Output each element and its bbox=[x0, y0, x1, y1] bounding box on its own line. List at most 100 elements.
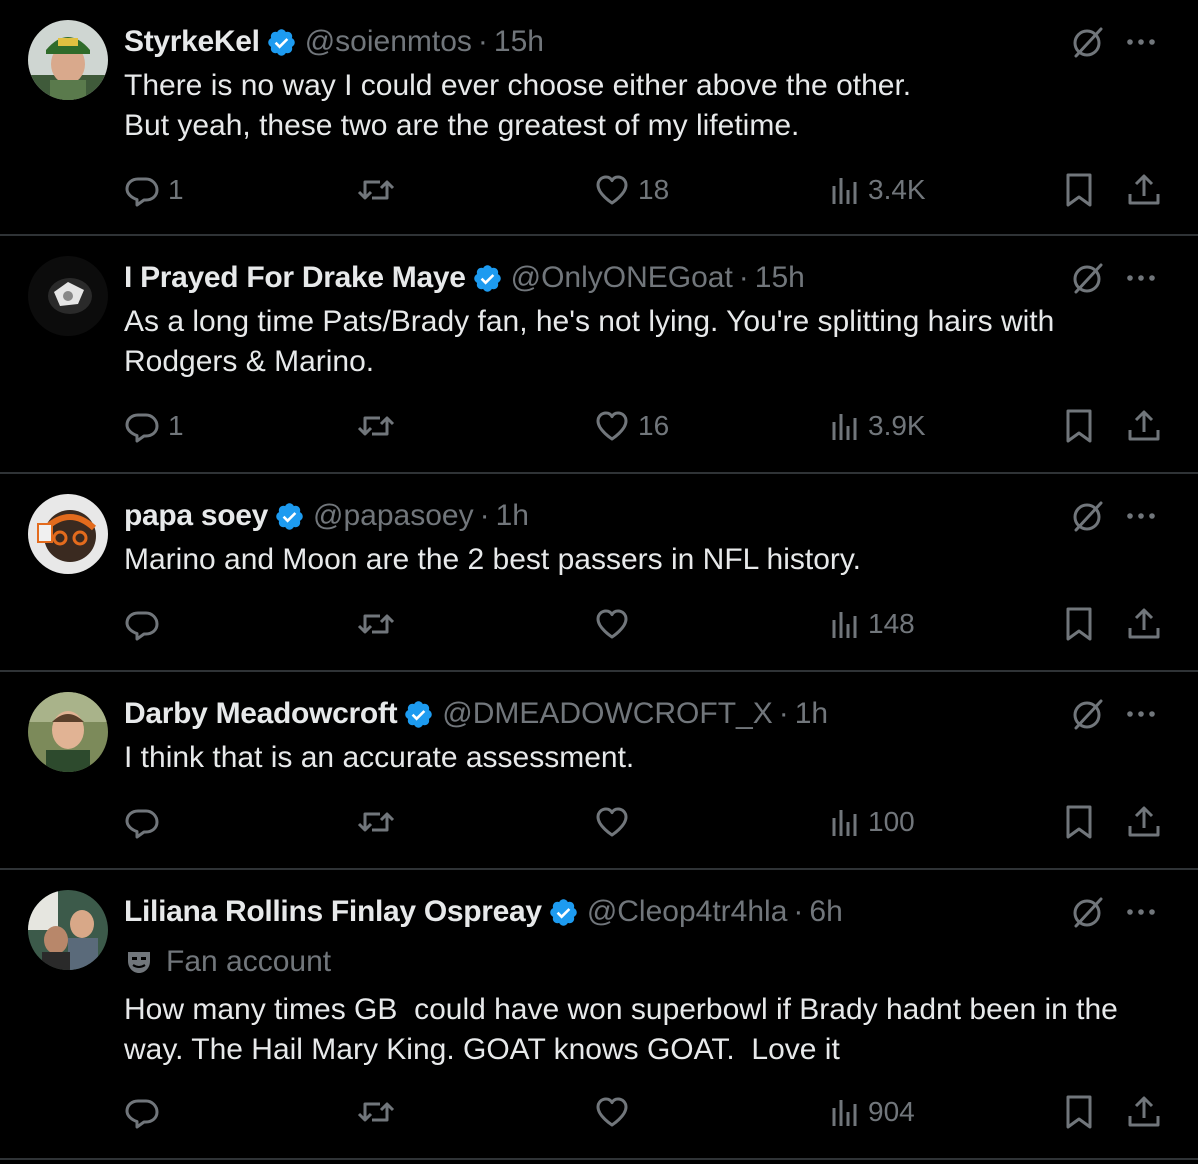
user-handle[interactable]: @DMEADOWCROFT_X bbox=[442, 694, 772, 734]
post[interactable]: papa soey @papasoey · 1h Marino and Moon… bbox=[0, 474, 1198, 672]
post-actions: 1 16 3.9K bbox=[124, 406, 1164, 446]
fan-account-text: Fan account bbox=[166, 945, 332, 978]
more-options-icon[interactable] bbox=[1124, 895, 1158, 929]
display-name[interactable]: papa soey bbox=[124, 496, 268, 536]
reply-button[interactable] bbox=[124, 1092, 168, 1132]
timestamp[interactable]: 15h bbox=[494, 22, 544, 62]
heart-icon bbox=[596, 609, 628, 639]
avatar[interactable] bbox=[28, 890, 108, 970]
display-name[interactable]: StyrkeKel bbox=[124, 22, 260, 62]
like-button[interactable] bbox=[594, 1092, 638, 1132]
display-name[interactable]: Darby Meadowcroft bbox=[124, 694, 398, 734]
post[interactable]: Liliana Rollins Finlay Ospreay @Cleop4tr… bbox=[0, 870, 1198, 1160]
repost-button[interactable] bbox=[356, 406, 404, 446]
bookmark-button[interactable] bbox=[1064, 802, 1094, 842]
like-button[interactable] bbox=[594, 802, 638, 842]
views-button[interactable]: 148 bbox=[830, 604, 915, 644]
avatar[interactable] bbox=[28, 692, 108, 772]
grok-icon[interactable] bbox=[1070, 696, 1106, 732]
like-count: 16 bbox=[638, 410, 670, 441]
share-icon bbox=[1128, 608, 1160, 639]
verified-badge-icon bbox=[472, 263, 503, 294]
like-button[interactable]: 18 bbox=[594, 170, 669, 210]
separator-dot: · bbox=[477, 25, 488, 58]
reply-button[interactable]: 1 bbox=[124, 406, 184, 446]
post[interactable]: StyrkeKel @soienmtos · 15h There is no w… bbox=[0, 0, 1198, 236]
views-button[interactable]: 3.4K bbox=[830, 170, 926, 210]
reply-icon bbox=[125, 1099, 159, 1129]
post-text: As a long time Pats/Brady fan, he's not … bbox=[124, 305, 1063, 378]
bookmark-button[interactable] bbox=[1064, 170, 1094, 210]
views-count: 3.4K bbox=[868, 174, 926, 205]
share-icon bbox=[1128, 410, 1160, 441]
reply-icon bbox=[125, 611, 159, 641]
reply-button[interactable]: 1 bbox=[124, 170, 184, 210]
post-top-icons bbox=[1070, 894, 1158, 930]
post-text: How many times GB could have won superbo… bbox=[124, 993, 1127, 1066]
bookmark-icon bbox=[1066, 607, 1092, 641]
user-handle[interactable]: @soienmtos bbox=[305, 22, 472, 62]
post-header: StyrkeKel @soienmtos · 15h bbox=[124, 22, 544, 62]
more-options-icon[interactable] bbox=[1124, 25, 1158, 59]
bookmark-button[interactable] bbox=[1064, 406, 1094, 446]
display-name[interactable]: Liliana Rollins Finlay Ospreay bbox=[124, 892, 542, 932]
repost-button[interactable] bbox=[356, 170, 404, 210]
verified-badge-icon bbox=[266, 27, 297, 58]
timestamp[interactable]: 1h bbox=[496, 496, 529, 536]
avatar[interactable] bbox=[28, 20, 108, 100]
post[interactable]: I Prayed For Drake Maye @OnlyONEGoat · 1… bbox=[0, 236, 1198, 474]
views-count: 904 bbox=[868, 1096, 915, 1127]
avatar[interactable] bbox=[28, 256, 108, 336]
bookmark-icon bbox=[1066, 173, 1092, 207]
display-name[interactable]: I Prayed For Drake Maye bbox=[124, 258, 466, 298]
more-options-icon[interactable] bbox=[1124, 261, 1158, 295]
views-count: 148 bbox=[868, 608, 915, 639]
timestamp[interactable]: 6h bbox=[809, 892, 842, 932]
like-button[interactable] bbox=[594, 604, 638, 644]
post-top-icons bbox=[1070, 498, 1158, 534]
timestamp[interactable]: 15h bbox=[755, 258, 805, 298]
repost-button[interactable] bbox=[356, 1092, 404, 1132]
share-button[interactable] bbox=[1126, 406, 1162, 446]
like-button[interactable]: 16 bbox=[594, 406, 669, 446]
user-handle[interactable]: @Cleop4tr4hla bbox=[587, 892, 788, 932]
post-text: Marino and Moon are the 2 best passers i… bbox=[124, 543, 862, 576]
repost-button[interactable] bbox=[356, 604, 404, 644]
share-button[interactable] bbox=[1126, 604, 1162, 644]
views-chart-icon bbox=[832, 1100, 857, 1126]
timestamp[interactable]: 1h bbox=[795, 694, 828, 734]
reply-button[interactable] bbox=[124, 604, 168, 644]
bookmark-button[interactable] bbox=[1064, 1092, 1094, 1132]
reply-button[interactable] bbox=[124, 802, 168, 842]
more-options-icon[interactable] bbox=[1124, 499, 1158, 533]
post-text: I think that is an accurate assessment. bbox=[124, 741, 635, 774]
reply-count: 1 bbox=[168, 410, 184, 441]
reply-feed: StyrkeKel @soienmtos · 15h There is no w… bbox=[0, 0, 1198, 1160]
repost-button[interactable] bbox=[356, 802, 404, 842]
reply-icon bbox=[125, 809, 159, 839]
views-button[interactable]: 904 bbox=[830, 1092, 915, 1132]
grok-icon[interactable] bbox=[1070, 260, 1106, 296]
grok-icon[interactable] bbox=[1070, 894, 1106, 930]
share-button[interactable] bbox=[1126, 802, 1162, 842]
share-button[interactable] bbox=[1126, 1092, 1162, 1132]
post-header: papa soey @papasoey · 1h bbox=[124, 496, 529, 536]
user-handle[interactable]: @papasoey bbox=[313, 496, 474, 536]
bookmark-icon bbox=[1066, 409, 1092, 443]
grok-icon[interactable] bbox=[1070, 498, 1106, 534]
verified-badge-icon bbox=[403, 699, 434, 730]
separator-dot: · bbox=[479, 499, 490, 532]
views-chart-icon bbox=[832, 414, 857, 440]
user-handle[interactable]: @OnlyONEGoat bbox=[511, 258, 733, 298]
post[interactable]: Darby Meadowcroft @DMEADOWCROFT_X · 1h I… bbox=[0, 672, 1198, 870]
more-options-icon[interactable] bbox=[1124, 697, 1158, 731]
views-button[interactable]: 3.9K bbox=[830, 406, 926, 446]
share-button[interactable] bbox=[1126, 170, 1162, 210]
views-button[interactable]: 100 bbox=[830, 802, 915, 842]
post-top-icons bbox=[1070, 24, 1158, 60]
bookmark-icon bbox=[1066, 1095, 1092, 1129]
grok-icon[interactable] bbox=[1070, 24, 1106, 60]
verified-badge-icon bbox=[274, 501, 305, 532]
bookmark-button[interactable] bbox=[1064, 604, 1094, 644]
avatar[interactable] bbox=[28, 494, 108, 574]
